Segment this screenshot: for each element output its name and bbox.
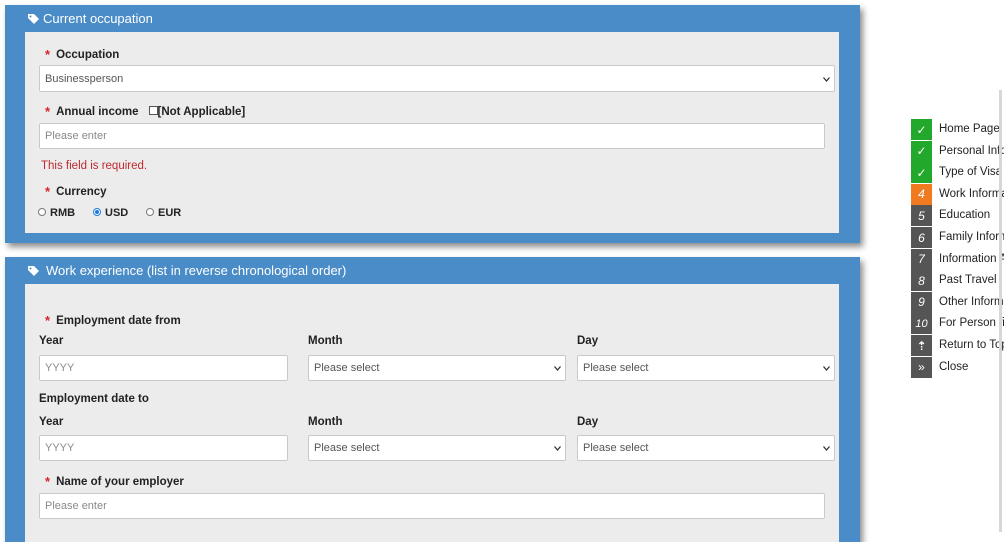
annual-income-input[interactable]: Please enter — [39, 123, 825, 149]
currency-label: * Currency — [45, 184, 107, 199]
nav-item-education[interactable]: 5 Education — [911, 205, 1004, 227]
occupation-label: * Occupation — [45, 47, 120, 62]
step-number-badge: 10 — [911, 313, 932, 335]
nav-item-family-info[interactable]: 6 Family Inform — [911, 227, 1004, 248]
nav-label: Type of Visa — [939, 166, 1003, 179]
employer-name-input[interactable]: Please enter — [39, 493, 825, 519]
occupation-select[interactable]: Businessperson — [39, 65, 835, 92]
nav-label: Return to Top — [939, 339, 1004, 351]
step-number-badge: 9 — [911, 291, 932, 313]
required-star-icon: * — [45, 184, 51, 199]
page-scrollbar[interactable] — [999, 90, 1002, 532]
not-applicable-label: [Not Applicable] — [157, 106, 246, 118]
chevron-down-icon — [554, 446, 561, 451]
month-label: Month — [308, 335, 343, 347]
nav-label: Close — [939, 360, 969, 373]
nav-item-personal-info[interactable]: ✓ Personal Infor — [911, 140, 1004, 162]
employer-name-label: * Name of your employer — [45, 474, 184, 489]
chevron-down-icon — [823, 366, 830, 371]
check-icon: ✓ — [911, 140, 932, 162]
month-label: Month — [308, 416, 343, 428]
nav-label: Information A — [939, 252, 1004, 265]
currency-radio-rmb[interactable]: RMB — [38, 207, 75, 219]
panel-title: Current occupation — [43, 11, 153, 26]
check-icon: ✓ — [911, 119, 932, 140]
nav-label: Home Page — [939, 123, 1000, 135]
nav-label: Past Travel — [939, 274, 997, 287]
select-placeholder: Please select — [583, 442, 649, 454]
occupation-value: Businessperson — [45, 72, 124, 85]
nav-item-other-info[interactable]: 9 Other Informa — [911, 291, 1004, 313]
employer-placeholder: Please enter — [45, 500, 107, 512]
step-number-badge: 6 — [911, 227, 932, 248]
annual-income-placeholder: Please enter — [45, 130, 107, 142]
year-placeholder: YYYY — [45, 442, 75, 454]
nav-item-for-person-fill[interactable]: 10 For Person fill — [911, 313, 1004, 335]
required-star-icon: * — [45, 474, 51, 489]
chevron-down-icon — [554, 366, 561, 371]
work-experience-panel: Work experience (list in reverse chronol… — [5, 257, 860, 542]
day-label: Day — [577, 416, 599, 428]
radio-button-selected[interactable] — [93, 208, 101, 217]
nav-item-close[interactable]: » Close — [911, 356, 1004, 378]
radio-button[interactable] — [146, 208, 154, 217]
nav-item-information[interactable]: 7 Information A — [911, 248, 1004, 270]
radio-button[interactable] — [38, 208, 46, 217]
current-occupation-body: * Occupation Businessperson * Annual incom… — [25, 32, 839, 233]
from-day-select[interactable]: Please select — [577, 355, 835, 381]
select-placeholder: Please select — [314, 362, 380, 374]
required-star-icon: * — [45, 47, 51, 62]
employment-from-label: * Employment date from — [45, 313, 181, 328]
check-icon: ✓ — [911, 162, 932, 184]
nav-item-type-of-visa[interactable]: ✓ Type of Visa — [911, 162, 1004, 184]
nav-item-past-travel[interactable]: 8 Past Travel — [911, 270, 1004, 292]
nav-label: Personal Infor — [939, 144, 1004, 157]
select-placeholder: Please select — [314, 442, 380, 454]
field-required-error: This field is required. — [41, 160, 148, 172]
currency-radio-usd[interactable]: USD — [93, 207, 128, 219]
chevron-down-icon — [823, 446, 830, 451]
panel-title: Work experience (list in reverse chronol… — [46, 263, 347, 278]
year-label: Year — [39, 416, 64, 428]
required-star-icon: * — [45, 104, 51, 119]
to-day-select[interactable]: Please select — [577, 435, 835, 461]
current-occupation-panel: Current occupation * Occupation Businessp… — [5, 5, 860, 243]
nav-item-home-page[interactable]: ✓ Home Page — [911, 119, 1004, 140]
to-year-input[interactable]: YYYY — [39, 435, 288, 461]
nav-label: Education — [939, 209, 991, 222]
required-star-icon: * — [45, 313, 51, 328]
double-chevron-right-icon: » — [911, 356, 932, 378]
step-number-badge: 7 — [911, 248, 932, 270]
tag-icon — [28, 266, 39, 276]
work-experience-body: * Employment date from Year Month Day YYY… — [25, 284, 839, 542]
year-placeholder: YYYY — [45, 362, 75, 374]
day-label: Day — [577, 335, 599, 347]
step-number-badge: 4 — [911, 183, 932, 205]
nav-item-work-info[interactable]: 4 Work Informa — [911, 183, 1004, 205]
tag-icon — [28, 14, 39, 24]
current-occupation-header: Current occupation — [5, 5, 860, 33]
select-placeholder: Please select — [583, 362, 649, 374]
year-label: Year — [39, 335, 64, 347]
step-number-badge: 5 — [911, 205, 932, 227]
nav-label: For Person fill — [939, 317, 1004, 330]
from-month-select[interactable]: Please select — [308, 355, 566, 381]
employment-to-label: Employment date to — [39, 393, 149, 405]
nav-label: Other Informa — [939, 295, 1004, 308]
chevron-down-icon — [823, 76, 830, 82]
arrow-up-icon: ⇡ — [911, 335, 932, 356]
work-experience-header: Work experience (list in reverse chronol… — [5, 257, 860, 285]
nav-item-return-to-top[interactable]: ⇡ Return to Top — [911, 335, 1004, 356]
from-year-input[interactable]: YYYY — [39, 355, 288, 381]
step-number-badge: 8 — [911, 270, 932, 292]
currency-radio-eur[interactable]: EUR — [146, 207, 181, 219]
annual-income-label: * Annual income [Not Applicable] — [45, 104, 246, 119]
nav-label: Work Informa — [939, 187, 1004, 200]
not-applicable-checkbox[interactable] — [148, 106, 158, 116]
nav-label: Family Inform — [939, 231, 1004, 243]
to-month-select[interactable]: Please select — [308, 435, 566, 461]
